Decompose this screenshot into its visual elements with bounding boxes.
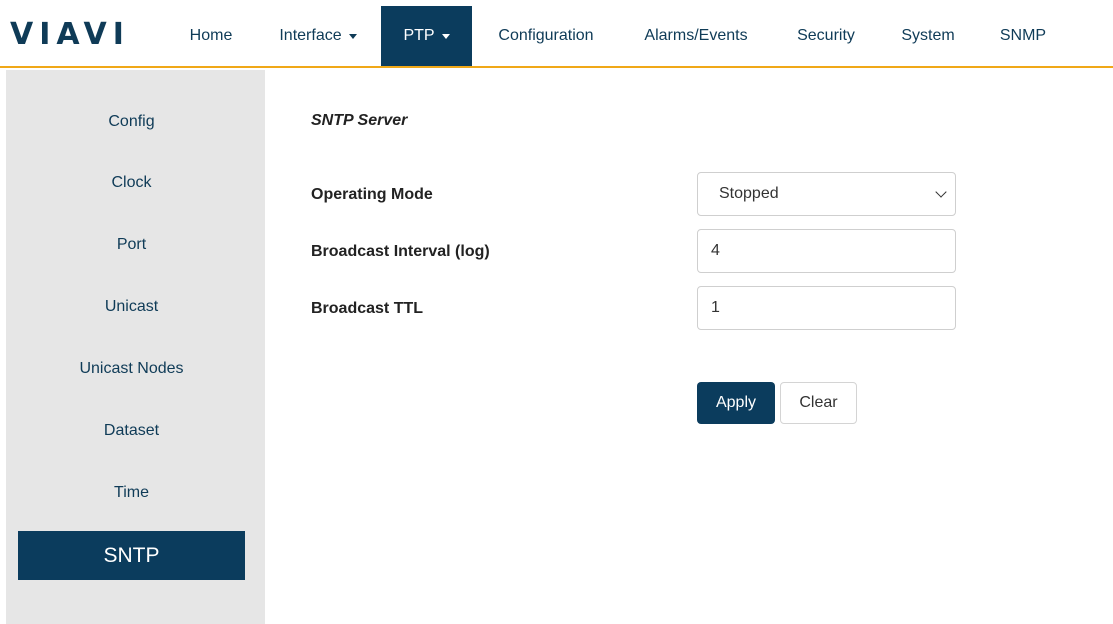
nav-alarms-events[interactable]: Alarms/Events — [630, 6, 762, 66]
sidebar-item-port[interactable]: Port — [18, 220, 245, 269]
operating-mode-select[interactable]: Stopped — [697, 172, 956, 216]
sidebar-item-label: Config — [108, 112, 155, 130]
broadcast-interval-label: Broadcast Interval (log) — [311, 243, 490, 260]
nav-home[interactable]: Home — [180, 6, 242, 66]
nav-configuration-label: Configuration — [498, 27, 594, 44]
sidebar-item-sntp[interactable]: SNTP — [18, 531, 245, 580]
sidebar-item-config[interactable]: Config — [18, 97, 245, 146]
apply-button[interactable]: Apply — [697, 382, 775, 424]
sidebar-item-unicast-nodes[interactable]: Unicast Nodes — [18, 344, 245, 393]
broadcast-ttl-input[interactable]: 1 — [697, 286, 956, 330]
nav-system-label: System — [901, 27, 955, 44]
nav-snmp[interactable]: SNMP — [990, 6, 1056, 66]
broadcast-ttl-label: Broadcast TTL — [311, 300, 424, 317]
viavi-logo[interactable]: VIAVI — [10, 20, 130, 50]
nav-configuration[interactable]: Configuration — [486, 6, 606, 66]
sidebar-item-dataset[interactable]: Dataset — [18, 406, 245, 455]
sidebar: Config Clock Port Unicast Unicast Nodes … — [6, 70, 265, 624]
broadcast-ttl-value: 1 — [711, 299, 720, 316]
nav-system[interactable]: System — [890, 6, 966, 66]
sidebar-item-clock[interactable]: Clock — [18, 158, 245, 207]
nav-ptp-label: PTP — [403, 27, 435, 44]
nav-interface-label: Interface — [279, 27, 342, 44]
operating-mode-label: Operating Mode — [311, 186, 433, 203]
sidebar-item-label: SNTP — [103, 543, 160, 567]
section-title: SNTP Server — [311, 112, 408, 129]
sidebar-item-time[interactable]: Time — [18, 468, 245, 517]
nav-interface[interactable]: Interface — [268, 6, 368, 66]
caret-down-icon — [441, 33, 450, 39]
sidebar-item-label: Dataset — [103, 421, 160, 439]
broadcast-interval-input[interactable]: 4 — [697, 229, 956, 273]
nav-home-label: Home — [189, 27, 233, 44]
sidebar-item-label: Unicast Nodes — [79, 359, 184, 377]
broadcast-interval-value: 4 — [711, 242, 720, 259]
nav-snmp-label: SNMP — [999, 27, 1047, 44]
top-navbar: VIAVI Home Interface PTP Configuration A… — [0, 0, 1113, 68]
nav-alarms-events-label: Alarms/Events — [644, 27, 748, 44]
chevron-down-icon — [935, 185, 947, 198]
caret-down-icon — [348, 33, 357, 39]
nav-security[interactable]: Security — [786, 6, 866, 66]
sidebar-item-unicast[interactable]: Unicast — [18, 282, 245, 331]
sidebar-item-label: Unicast — [104, 297, 159, 315]
sidebar-item-label: Port — [116, 235, 147, 253]
sidebar-item-label: Clock — [111, 173, 152, 191]
clear-button[interactable]: Clear — [780, 382, 857, 424]
operating-mode-value: Stopped — [719, 185, 779, 202]
sidebar-item-label: Time — [114, 483, 149, 501]
nav-security-label: Security — [797, 27, 855, 44]
nav-ptp[interactable]: PTP — [381, 6, 472, 66]
